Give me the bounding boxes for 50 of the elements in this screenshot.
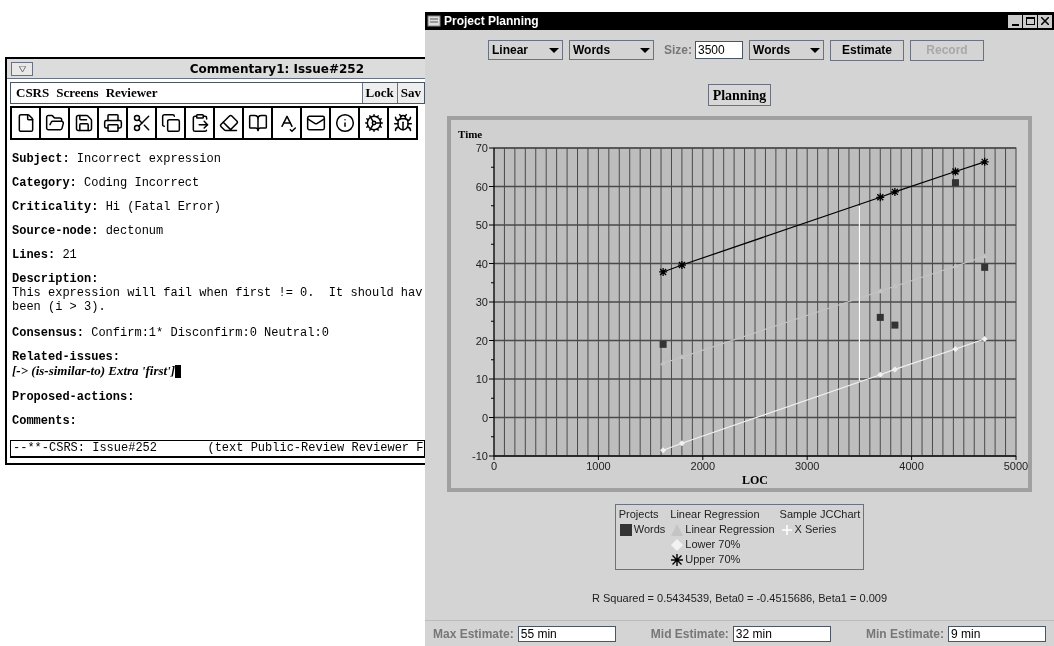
legend-heading: Sample JCChart <box>779 507 861 522</box>
x-tick-label: 2000 <box>690 460 716 472</box>
field-value: 21 <box>61 248 77 262</box>
field-value: dectonum <box>104 224 164 238</box>
description-text: This expression will fail when first != 0. It should hav been (i > 3). <box>12 286 423 314</box>
legend-label: Lower 70% <box>685 537 741 552</box>
field-value: Hi (Fatal Error) <box>104 200 221 214</box>
legend-heading: Projects <box>618 507 660 522</box>
field-label: Description: <box>12 272 99 286</box>
legend-heading: Linear Regression <box>670 507 761 522</box>
y-tick-label: 70 <box>475 142 488 154</box>
legend-label: Upper 70% <box>685 552 741 567</box>
window-title: Commentary1: Issue#252 <box>189 60 364 78</box>
x-axis-title: LOC <box>742 473 768 484</box>
field-value: Incorrect expression <box>75 152 221 166</box>
field-value: Confirm:1* Disconfirm:0 Neutral:0 <box>90 326 329 340</box>
field-label: Related-issues: <box>12 350 121 364</box>
y-tick-label: 50 <box>475 219 488 231</box>
estimate-label: Max Estimate: <box>433 625 514 643</box>
x-tick-label: 0 <box>490 460 498 472</box>
field-label: Criticality: <box>12 200 99 214</box>
regression-stats: R Squared = 0.5434539, Beta0 = -0.4515686, Beta1 = 0.009 <box>591 591 888 606</box>
estimate-label: Mid Estimate: <box>650 625 729 643</box>
legend-label: X Series <box>794 522 837 537</box>
field-label: Subject: <box>12 152 70 166</box>
status-bar: --**-CSRS: Issue#252 (text Public-Review Reviewer F <box>10 440 425 458</box>
y-tick-label: 30 <box>475 296 488 308</box>
legend-label: Linear Regression <box>685 522 775 537</box>
window-title: Project Planning <box>444 13 539 30</box>
y-tick-label: -10 <box>472 450 488 462</box>
y-tick-label: 10 <box>475 373 488 385</box>
y-axis-title: Time <box>458 128 483 140</box>
x-tick-label: 3000 <box>794 460 820 472</box>
x-tick-label: 1000 <box>586 460 611 472</box>
y-tick-label: 20 <box>475 334 488 347</box>
field-label: Source-node: <box>12 224 99 238</box>
x-tick-label: 4000 <box>899 460 924 472</box>
y-tick-label: 0 <box>481 411 488 424</box>
y-tick-label: 60 <box>475 180 488 193</box>
y-tick-label: 40 <box>475 257 488 270</box>
field-label: Proposed-actions: <box>12 390 135 404</box>
field-label: Consensus: <box>12 326 84 340</box>
legend-label: Words <box>633 522 666 537</box>
field-value: Coding Incorrect <box>83 176 200 190</box>
estimate-label: Min Estimate: <box>865 625 944 643</box>
field-label: Comments: <box>12 414 77 428</box>
x-tick-label: 5000 <box>1003 460 1029 472</box>
field-label: Category: <box>12 176 77 190</box>
size-label: Size: <box>664 42 692 59</box>
field-label: Lines: <box>12 248 56 262</box>
